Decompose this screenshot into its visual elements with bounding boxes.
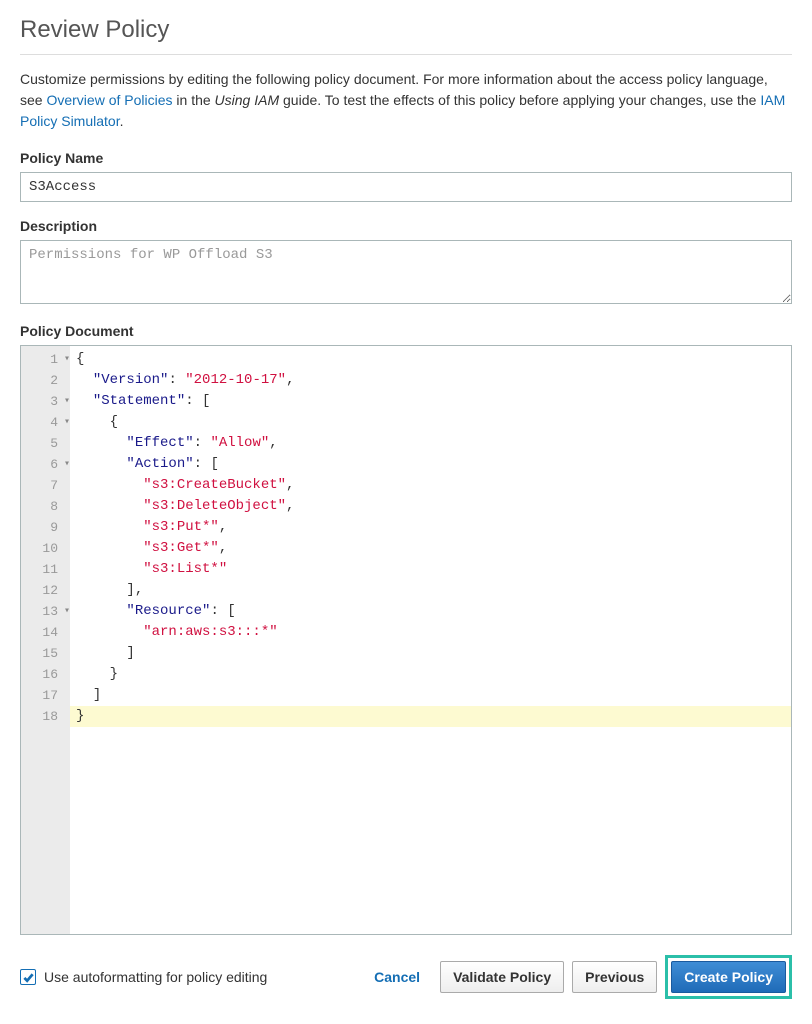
policy-document-editor[interactable]: 123456789101112131415161718 { "Version":…	[20, 345, 792, 935]
line-number: 15	[21, 643, 70, 664]
line-number: 10	[21, 538, 70, 559]
create-policy-button[interactable]: Create Policy	[671, 961, 786, 993]
autoformat-option[interactable]: Use autoformatting for policy editing	[20, 969, 267, 985]
autoformat-checkbox[interactable]	[20, 969, 36, 985]
cancel-button[interactable]: Cancel	[362, 962, 432, 992]
code-line[interactable]: "Statement": [	[70, 391, 791, 412]
line-number: 1	[21, 349, 70, 370]
line-number: 14	[21, 622, 70, 643]
code-line[interactable]: }	[70, 664, 791, 685]
line-number: 4	[21, 412, 70, 433]
intro-text: Customize permissions by editing the fol…	[20, 69, 792, 132]
line-number: 13	[21, 601, 70, 622]
code-line[interactable]: "Resource": [	[70, 601, 791, 622]
description-input[interactable]: Permissions for WP Offload S3	[20, 240, 792, 304]
code-line[interactable]: "s3:DeleteObject",	[70, 496, 791, 517]
line-number: 17	[21, 685, 70, 706]
code-line[interactable]: "s3:Get*",	[70, 538, 791, 559]
editor-code-area[interactable]: { "Version": "2012-10-17", "Statement": …	[70, 346, 791, 934]
previous-button[interactable]: Previous	[572, 961, 657, 993]
code-line[interactable]: ]	[70, 685, 791, 706]
check-icon	[23, 972, 34, 983]
line-number: 5	[21, 433, 70, 454]
line-number: 16	[21, 664, 70, 685]
line-number: 11	[21, 559, 70, 580]
code-line[interactable]: ]	[70, 643, 791, 664]
autoformat-label: Use autoformatting for policy editing	[44, 969, 267, 985]
code-line[interactable]: {	[70, 349, 791, 370]
line-number: 18	[21, 706, 70, 727]
code-line[interactable]: ],	[70, 580, 791, 601]
code-line[interactable]: "Effect": "Allow",	[70, 433, 791, 454]
code-line[interactable]: "Action": [	[70, 454, 791, 475]
code-line[interactable]: "arn:aws:s3:::*"	[70, 622, 791, 643]
line-number: 2	[21, 370, 70, 391]
code-line[interactable]: {	[70, 412, 791, 433]
line-number: 7	[21, 475, 70, 496]
create-policy-highlight: Create Policy	[665, 955, 792, 999]
line-number: 9	[21, 517, 70, 538]
validate-policy-button[interactable]: Validate Policy	[440, 961, 564, 993]
page-title: Review Policy	[20, 16, 792, 55]
line-number: 6	[21, 454, 70, 475]
code-line[interactable]: "s3:List*"	[70, 559, 791, 580]
line-number: 12	[21, 580, 70, 601]
line-number: 8	[21, 496, 70, 517]
policy-name-label: Policy Name	[20, 150, 792, 166]
intro-seg-3: guide. To test the effects of this polic…	[283, 92, 760, 108]
overview-policies-link[interactable]: Overview of Policies	[46, 92, 172, 108]
intro-italic: Using IAM	[215, 92, 280, 108]
code-line[interactable]: "s3:CreateBucket",	[70, 475, 791, 496]
policy-name-input[interactable]	[20, 172, 792, 202]
code-line[interactable]: "s3:Put*",	[70, 517, 791, 538]
code-line[interactable]: }	[70, 706, 791, 727]
code-line[interactable]: "Version": "2012-10-17",	[70, 370, 791, 391]
intro-seg-2: in the	[176, 92, 214, 108]
policy-document-label: Policy Document	[20, 323, 792, 339]
description-label: Description	[20, 218, 792, 234]
intro-seg-4: .	[120, 113, 124, 129]
line-number: 3	[21, 391, 70, 412]
editor-gutter: 123456789101112131415161718	[21, 346, 70, 934]
